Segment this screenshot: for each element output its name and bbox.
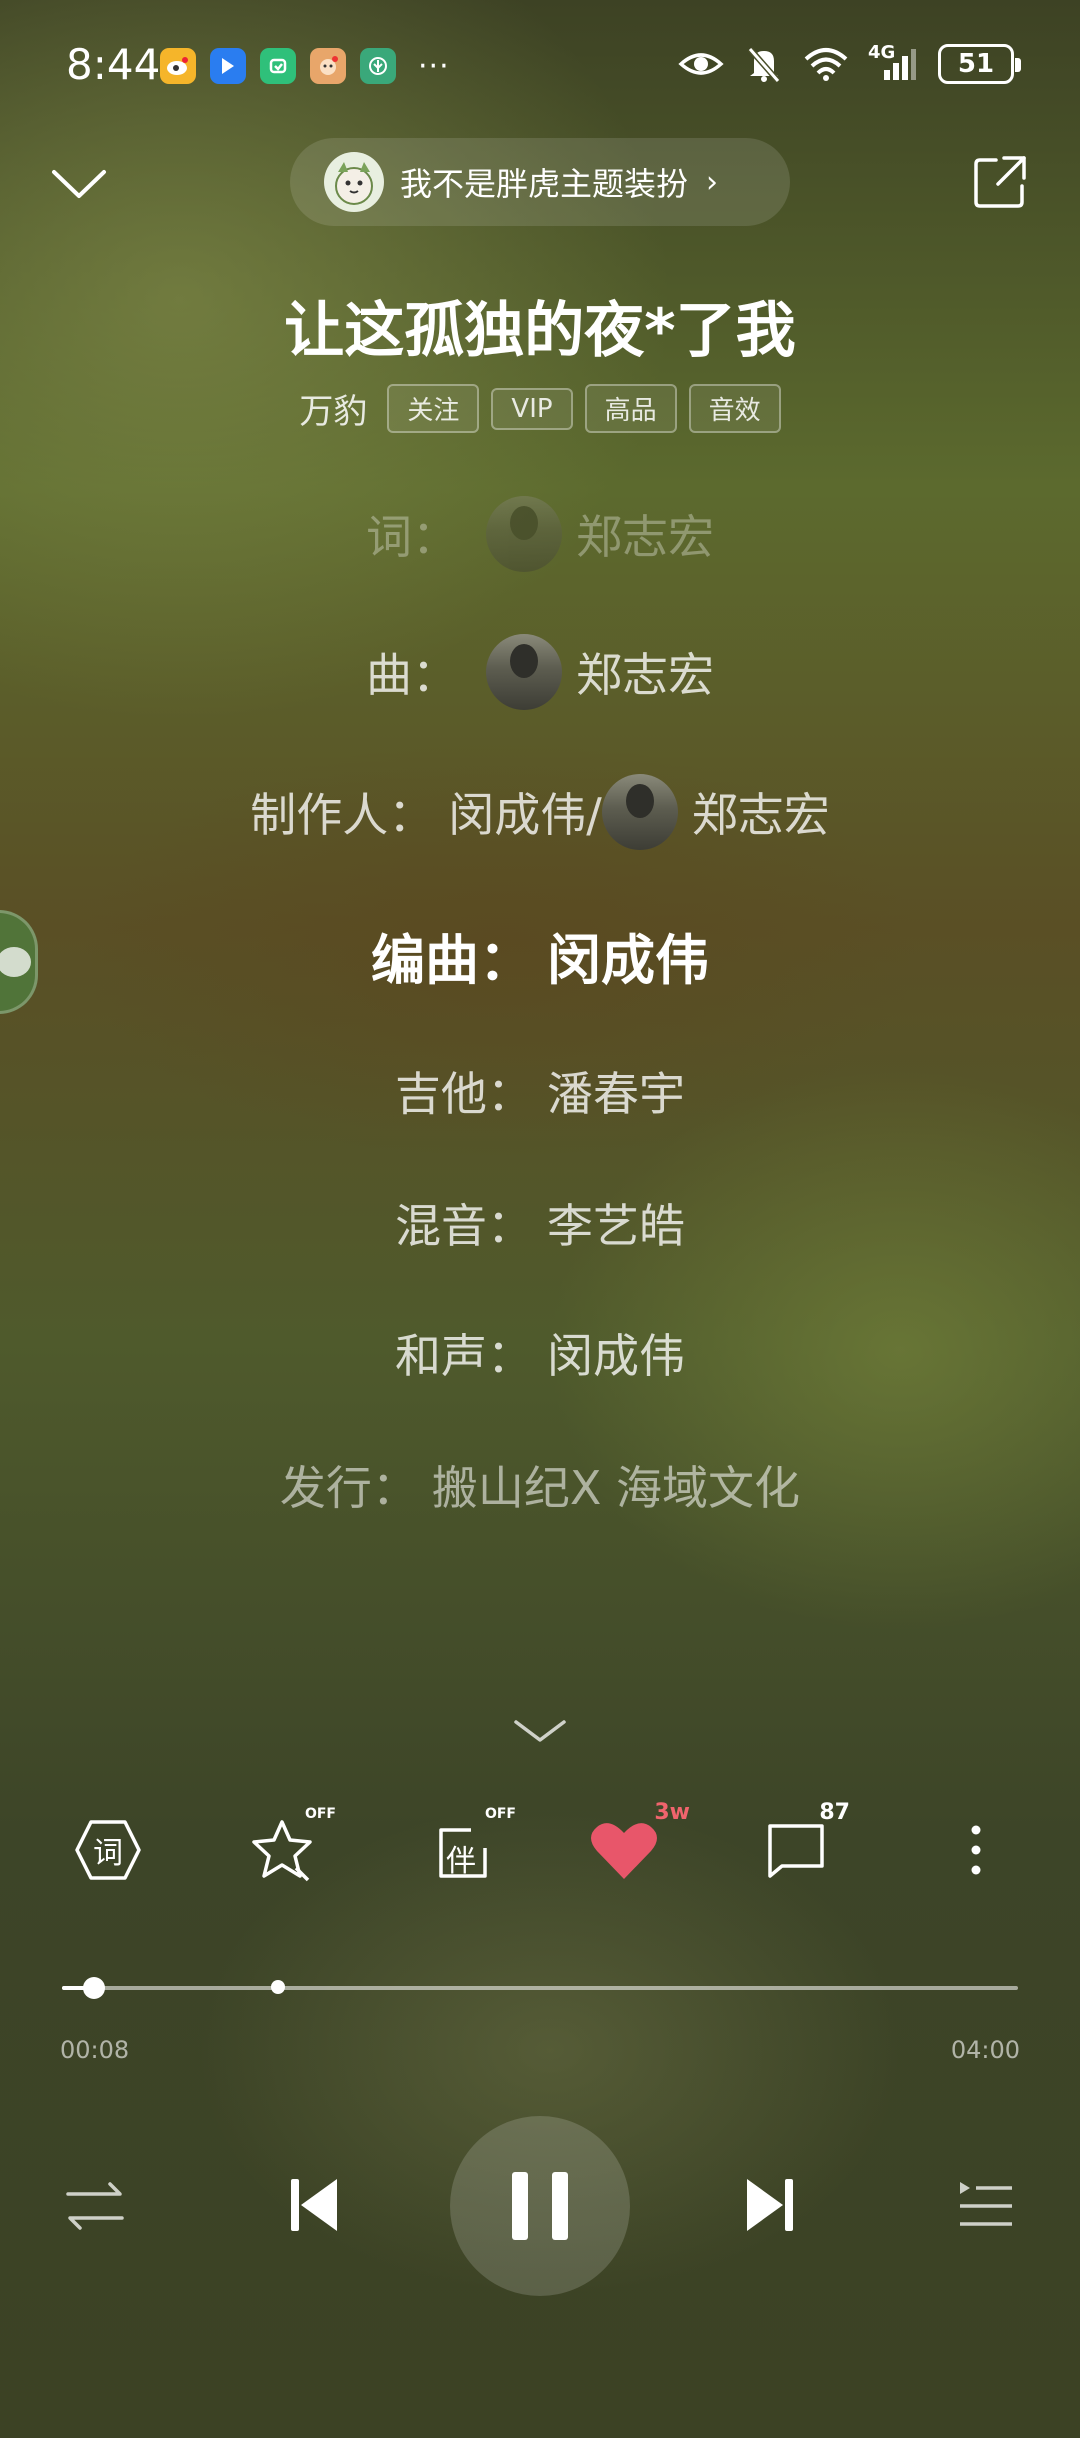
- credit-label: 和声：: [395, 1329, 533, 1383]
- wifi-icon: [804, 48, 848, 81]
- green-app-icon: [260, 48, 296, 84]
- credit-line-mixing[interactable]: 混音： 李艺皓: [0, 1190, 1080, 1256]
- status-bar: 8:44 ··· 4G 51: [0, 0, 1080, 130]
- more-notifications-icon: ···: [418, 48, 450, 84]
- credit-line-harmony[interactable]: 和声： 闵成伟: [0, 1320, 1080, 1386]
- lyricist-avatar[interactable]: [486, 496, 562, 572]
- cartoon-app-icon: [310, 48, 346, 84]
- composer-avatar[interactable]: [486, 634, 562, 710]
- credit-value: 李艺皓: [547, 1199, 685, 1253]
- credit-label: 混音：: [395, 1199, 533, 1253]
- comments-button[interactable]: 87: [756, 1800, 850, 1890]
- notification-app-icons: ···: [160, 48, 450, 84]
- pause-icon: [512, 2172, 568, 2240]
- credit-label: 发行：: [279, 1461, 418, 1515]
- play-mode-button[interactable]: [60, 2174, 130, 2238]
- next-track-button[interactable]: [734, 2170, 804, 2240]
- credit-value-prefix: 闵成伟/: [448, 788, 602, 842]
- vip-tag[interactable]: VIP: [491, 387, 573, 430]
- star-effect-icon: [252, 1820, 312, 1882]
- credit-line-arranger[interactable]: 编曲： 闵成伟: [0, 916, 1080, 995]
- credit-value: 搬山纪X 海域文化: [431, 1461, 801, 1515]
- credit-value: 郑志宏: [691, 788, 830, 842]
- credit-value: 闵成伟: [547, 1329, 685, 1383]
- credit-value: 郑志宏: [576, 648, 714, 702]
- pause-button[interactable]: [450, 2116, 630, 2296]
- off-badge: OFF: [304, 1806, 336, 1822]
- progress-bar[interactable]: [62, 1977, 1018, 1999]
- credit-value: 潘春宇: [547, 1067, 685, 1121]
- accompaniment-toggle[interactable]: 伴 OFF: [426, 1806, 516, 1890]
- elapsed-time: 00:08: [60, 2036, 130, 2064]
- heart-icon: [591, 1823, 657, 1879]
- accompaniment-icon-label: 伴: [446, 1844, 476, 1879]
- comment-count: 87: [819, 1800, 850, 1825]
- credit-label: 曲：: [366, 648, 458, 702]
- theme-avatar-icon: [324, 152, 384, 212]
- more-vertical-icon: [971, 1825, 981, 1875]
- weibo-app-icon: [160, 48, 196, 84]
- off-badge: OFF: [484, 1806, 516, 1822]
- artist-row: 万豹 关注 VIP 高品 音效: [0, 384, 1080, 433]
- like-button[interactable]: 3w: [584, 1800, 690, 1890]
- comment-icon: [768, 1824, 824, 1878]
- leaf-app-icon: [360, 48, 396, 84]
- action-row: 词 OFF 伴 OFF 3w 87: [0, 1800, 1080, 1900]
- status-time: 8:44: [66, 40, 161, 89]
- song-title: 让这孤独的夜*了我: [284, 296, 796, 366]
- battery-level: 51: [957, 49, 995, 79]
- credit-label: 制作人：: [250, 788, 435, 842]
- theme-skin-pill[interactable]: 我不是胖虎主题装扮 ›: [290, 138, 790, 226]
- chevron-right-icon: ›: [706, 164, 719, 200]
- follow-tag[interactable]: 关注: [387, 384, 480, 433]
- repeat-order-icon: [66, 2182, 124, 2230]
- more-options-button[interactable]: [936, 1810, 1016, 1890]
- cellular-signal-icon: 4G: [868, 42, 916, 82]
- chevron-down-icon: [514, 1720, 566, 1742]
- previous-track-button[interactable]: [280, 2170, 350, 2240]
- mute-icon: [747, 47, 781, 83]
- playlist-icon: [960, 2182, 1012, 2226]
- system-status-icons: 4G 51: [678, 42, 1021, 84]
- total-time: 04:00: [950, 2036, 1020, 2064]
- like-count: 3w: [654, 1800, 690, 1825]
- lyrics-icon-label: 词: [93, 1836, 123, 1871]
- skip-next-icon: [747, 2179, 793, 2231]
- expand-lyrics-button[interactable]: [512, 1712, 568, 1748]
- feishu-app-icon: [210, 48, 246, 84]
- credit-line-publisher[interactable]: 发行： 搬山纪X 海域文化: [0, 1452, 1080, 1518]
- sound-effect-tag[interactable]: 音效: [688, 384, 781, 433]
- skip-previous-icon: [291, 2179, 337, 2231]
- battery-indicator: 51: [938, 44, 1021, 84]
- sound-effect-toggle[interactable]: OFF: [246, 1806, 336, 1890]
- credit-line-composer[interactable]: 曲： 郑志宏: [0, 634, 1080, 710]
- credit-line-producer[interactable]: 制作人： 闵成伟/ 郑志宏: [0, 774, 1080, 850]
- producer-avatar[interactable]: [601, 774, 678, 850]
- chevron-down-icon: [52, 170, 106, 198]
- artist-name[interactable]: 万豹: [299, 384, 367, 433]
- credit-line-lyricist[interactable]: 词： 郑志宏: [0, 496, 1080, 572]
- playlist-button[interactable]: [954, 2174, 1018, 2238]
- eye-comfort-icon: [678, 53, 724, 75]
- quality-tag[interactable]: 高品: [584, 384, 677, 433]
- theme-label: 我不是胖虎主题装扮: [400, 165, 689, 203]
- progress-knob[interactable]: [82, 1977, 105, 1999]
- credit-label: 吉他：: [395, 1067, 533, 1121]
- credit-line-guitar[interactable]: 吉他： 潘春宇: [0, 1058, 1080, 1124]
- share-icon: [974, 156, 1026, 208]
- credit-label: 编曲：: [371, 929, 533, 992]
- lyrics-button[interactable]: 词: [68, 1810, 148, 1890]
- share-button[interactable]: [970, 152, 1030, 212]
- credit-value: 郑志宏: [576, 510, 714, 564]
- credit-value: 闵成伟: [547, 929, 709, 992]
- credit-label: 词：: [366, 510, 458, 564]
- progress-marker: [271, 1980, 286, 1994]
- collapse-player-button[interactable]: [46, 158, 112, 208]
